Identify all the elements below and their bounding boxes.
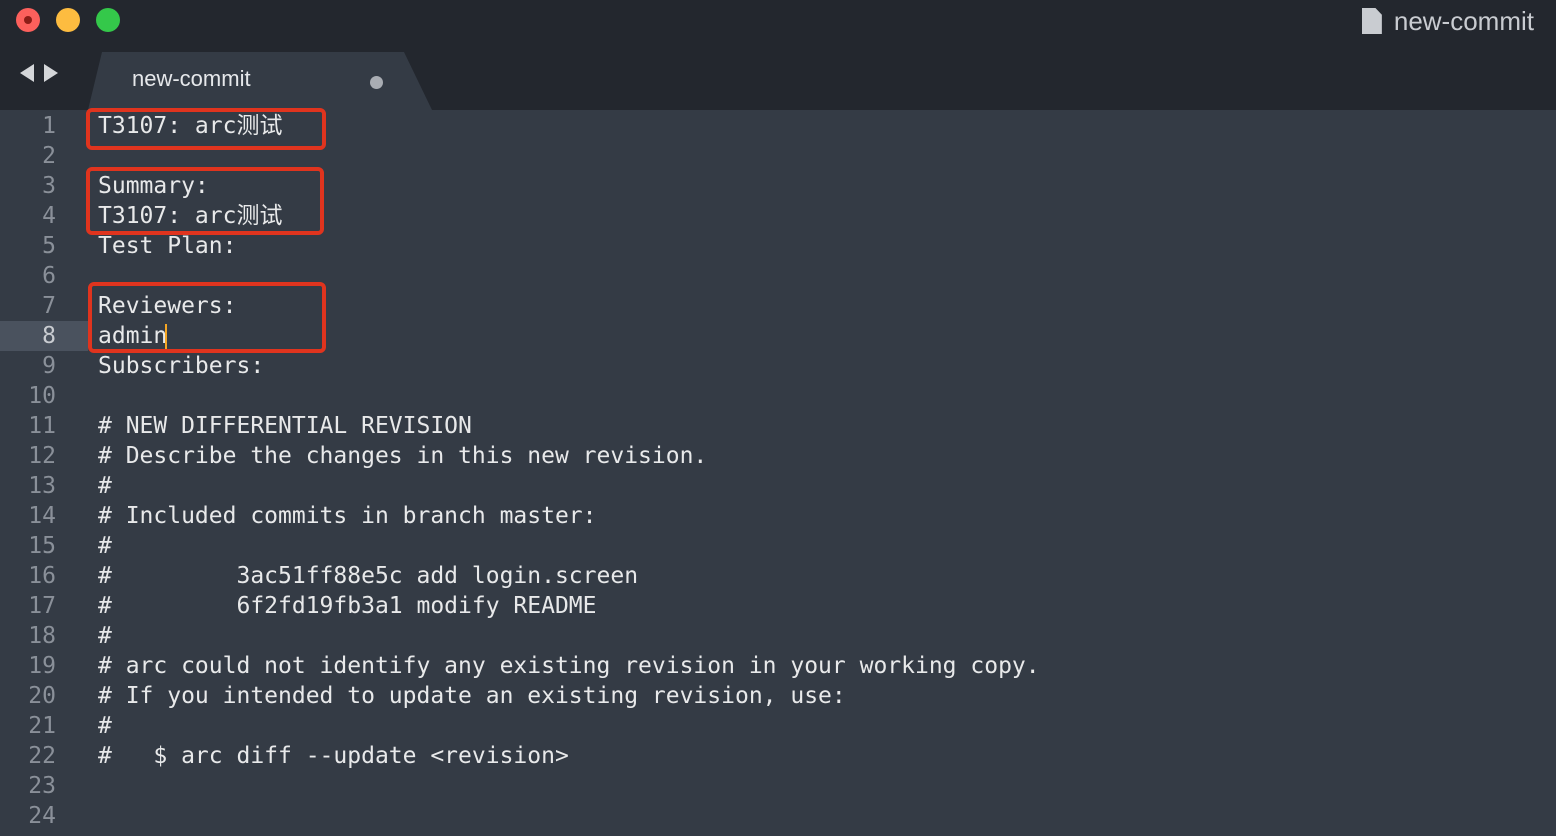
line-number: 16 <box>28 563 56 589</box>
line-text[interactable]: # Describe the changes in this new revis… <box>98 441 707 471</box>
line-number: 6 <box>42 263 56 289</box>
editor-line[interactable]: 13 # <box>0 471 1556 501</box>
title-bar: new-commit new-commit <box>0 0 1556 110</box>
line-text[interactable]: # NEW DIFFERENTIAL REVISION <box>98 411 472 441</box>
editor-line[interactable]: 19 # arc could not identify any existing … <box>0 651 1556 681</box>
document-icon <box>1361 8 1382 34</box>
line-content: # $ arc diff --update <revision> <box>98 743 569 769</box>
line-number: 21 <box>28 713 56 739</box>
line-number: 2 <box>42 143 56 169</box>
close-window-button[interactable] <box>16 8 40 32</box>
editor-line[interactable]: 24 <box>0 801 1556 831</box>
line-content: # If you intended to update an existing … <box>98 683 846 709</box>
line-content: # <box>98 473 112 499</box>
line-number: 3 <box>42 173 56 199</box>
line-number: 8 <box>0 321 88 351</box>
minimize-window-button[interactable] <box>56 8 80 32</box>
editor-line[interactable]: 11 # NEW DIFFERENTIAL REVISION <box>0 411 1556 441</box>
line-number: 11 <box>28 413 56 439</box>
editor-line[interactable]: 18 # <box>0 621 1556 651</box>
editor-line[interactable]: 17 # 6f2fd19fb3a1 modify README <box>0 591 1556 621</box>
line-number: 7 <box>42 293 56 319</box>
line-number: 10 <box>28 383 56 409</box>
line-number: 24 <box>28 803 56 829</box>
line-content: # arc could not identify any existing re… <box>98 653 1040 679</box>
line-number: 17 <box>28 593 56 619</box>
line-text[interactable]: Test Plan: <box>98 231 236 261</box>
line-text[interactable]: # 3ac51ff88e5c add login.screen <box>98 561 638 591</box>
maximize-window-button[interactable] <box>96 8 120 32</box>
line-text[interactable]: # <box>98 711 112 741</box>
line-content: # <box>98 533 112 559</box>
line-number: 9 <box>42 353 56 379</box>
line-number: 12 <box>28 443 56 469</box>
editor-line[interactable]: 5 Test Plan: <box>0 231 1556 261</box>
line-number: 18 <box>28 623 56 649</box>
line-number: 4 <box>42 203 56 229</box>
tab-new-commit[interactable]: new-commit <box>88 52 432 110</box>
line-content: # 6f2fd19fb3a1 modify README <box>98 593 597 619</box>
editor-line[interactable]: 15 # <box>0 531 1556 561</box>
line-content: # NEW DIFFERENTIAL REVISION <box>98 413 472 439</box>
line-number: 15 <box>28 533 56 559</box>
editor-line[interactable]: 14 # Included commits in branch master: <box>0 501 1556 531</box>
editor-window: new-commit new-commit 1 T3107: arc测试 2 3 Sum… <box>0 0 1556 836</box>
line-number: 19 <box>28 653 56 679</box>
line-text[interactable]: # $ arc diff --update <revision> <box>98 741 569 771</box>
line-text[interactable]: # If you intended to update an existing … <box>98 681 846 711</box>
line-text[interactable]: # <box>98 471 112 501</box>
line-number: 23 <box>28 773 56 799</box>
editor-line[interactable]: 16 # 3ac51ff88e5c add login.screen <box>0 561 1556 591</box>
window-title-text: new-commit <box>1393 5 1534 36</box>
chevron-left-icon[interactable] <box>20 64 34 82</box>
line-content: Test Plan: <box>98 233 237 259</box>
annotation-box-summary <box>86 167 324 235</box>
line-content: # Describe the changes in this new revis… <box>98 443 708 469</box>
editor-line[interactable]: 9 Subscribers: <box>0 351 1556 381</box>
tab-navigation <box>20 64 58 82</box>
line-number: 13 <box>28 473 56 499</box>
editor-line[interactable]: 22 # $ arc diff --update <revision> <box>0 741 1556 771</box>
line-content: # <box>98 713 112 739</box>
annotation-box-title <box>86 108 326 150</box>
editor-line[interactable]: 23 <box>0 771 1556 801</box>
line-text[interactable]: # <box>98 621 112 651</box>
chevron-right-icon[interactable] <box>44 64 58 82</box>
line-number: 14 <box>28 503 56 529</box>
line-text[interactable]: # 6f2fd19fb3a1 modify README <box>98 591 597 621</box>
line-text[interactable]: # <box>98 531 112 561</box>
editor-line[interactable]: 10 <box>0 381 1556 411</box>
line-number: 20 <box>28 683 56 709</box>
line-number: 1 <box>42 113 56 139</box>
line-content: # Included commits in branch master: <box>98 503 597 529</box>
line-number: 5 <box>42 233 56 259</box>
unsaved-dot-icon[interactable] <box>370 76 383 89</box>
line-content: # 3ac51ff88e5c add login.screen <box>98 563 639 589</box>
line-content: Subscribers: <box>98 353 265 379</box>
tab-label: new-commit <box>132 66 251 91</box>
editor-line[interactable]: 12 # Describe the changes in this new rev… <box>0 441 1556 471</box>
editor-line[interactable]: 21 # <box>0 711 1556 741</box>
line-text[interactable]: # Included commits in branch master: <box>98 501 597 531</box>
annotation-box-reviewers <box>88 282 326 353</box>
line-text[interactable]: # arc could not identify any existing re… <box>98 651 1040 681</box>
window-title: new-commit <box>1361 4 1534 38</box>
line-text[interactable]: Subscribers: <box>98 351 264 381</box>
line-content: # <box>98 623 112 649</box>
line-number: 22 <box>28 743 56 769</box>
editor-line[interactable]: 20 # If you intended to update an existin… <box>0 681 1556 711</box>
